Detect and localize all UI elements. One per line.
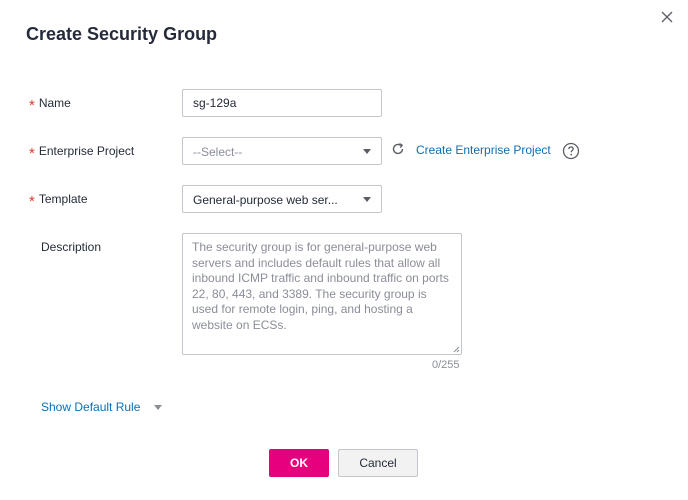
chevron-down-icon xyxy=(154,404,163,410)
template-selected-value: General-purpose web ser... xyxy=(193,193,338,207)
show-default-rule-toggle[interactable]: Show Default Rule xyxy=(41,400,163,414)
enterprise-project-placeholder: --Select-- xyxy=(193,145,243,159)
name-label: * Name xyxy=(29,96,71,114)
enterprise-project-select[interactable]: --Select-- xyxy=(182,137,382,165)
dialog-title: Create Security Group xyxy=(26,24,218,44)
ok-button[interactable]: OK xyxy=(269,449,329,477)
close-icon[interactable] xyxy=(659,9,675,25)
create-security-group-dialog: Create Security Group *Name *Enterprise … xyxy=(0,0,688,500)
chevron-down-icon xyxy=(363,197,371,202)
chevron-down-icon xyxy=(363,149,371,154)
description-label: Description xyxy=(41,240,102,254)
help-icon[interactable] xyxy=(562,142,580,160)
template-label: * Template xyxy=(29,192,88,210)
template-select[interactable]: General-purpose web ser... xyxy=(182,185,382,213)
refresh-icon[interactable] xyxy=(391,142,405,156)
show-default-rule-link[interactable]: Show Default Rule xyxy=(41,400,140,414)
name-input[interactable] xyxy=(182,89,382,117)
description-char-counter: 0/255 xyxy=(432,359,460,371)
create-enterprise-project-link[interactable]: Create Enterprise Project xyxy=(416,143,551,157)
description-textarea[interactable]: The security group is for general-purpos… xyxy=(182,233,462,355)
required-marker: * xyxy=(29,145,35,162)
resize-grip-icon[interactable] xyxy=(453,346,460,353)
cancel-button[interactable]: Cancel xyxy=(338,449,418,477)
required-marker: * xyxy=(29,193,35,210)
enterprise-project-label: * Enterprise Project xyxy=(29,144,135,162)
required-marker: * xyxy=(29,97,35,114)
